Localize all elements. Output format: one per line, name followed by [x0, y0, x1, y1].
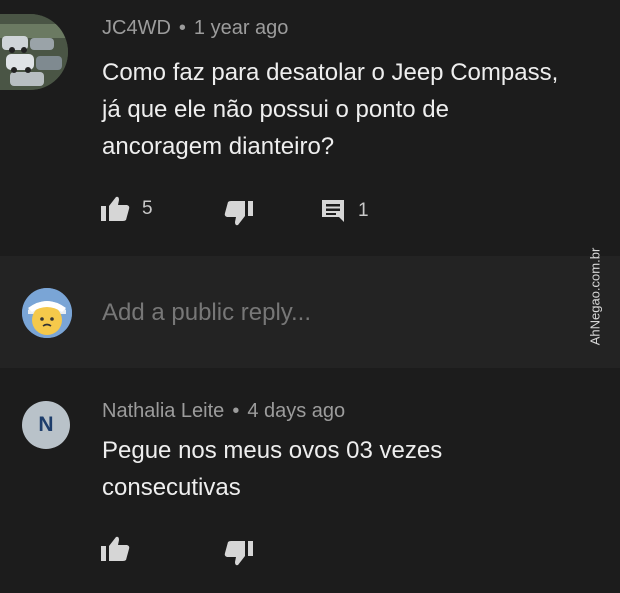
- comment-icon: [322, 200, 344, 222]
- like-button[interactable]: 5: [100, 196, 153, 222]
- separator: •: [232, 400, 240, 422]
- comment-text-line: Pegue nos meus ovos 03 vezes: [102, 437, 443, 464]
- dislike-button[interactable]: [224, 540, 254, 566]
- timestamp[interactable]: 1 year ago: [194, 17, 289, 39]
- timestamp[interactable]: 4 days ago: [247, 400, 345, 422]
- reply-input[interactable]: Add a public reply...: [102, 299, 311, 327]
- reply-button[interactable]: 1: [320, 198, 369, 224]
- like-button[interactable]: [100, 536, 130, 562]
- separator: •: [178, 17, 186, 39]
- comment-actions: [100, 536, 420, 566]
- thumbs-down-icon: [224, 201, 253, 226]
- avatar-photo-icon: [0, 14, 68, 90]
- comment-text-line: já que ele não possui o ponto de: [102, 96, 449, 123]
- thumbs-down-icon: [224, 541, 253, 566]
- avatar[interactable]: [0, 14, 68, 90]
- comment-actions: 5 1: [100, 196, 420, 226]
- comment-text-line: consecutivas: [102, 474, 241, 501]
- avatar[interactable]: N: [22, 401, 70, 449]
- author-name[interactable]: Nathalia Leite: [102, 400, 224, 422]
- watermark: AhNegao.com.br: [578, 240, 612, 352]
- author-name[interactable]: JC4WD: [102, 17, 171, 39]
- dislike-button[interactable]: [224, 200, 254, 226]
- comment-meta: JC4WD • 1 year ago: [102, 17, 288, 40]
- thumbs-up-icon: [101, 196, 130, 221]
- reply-count: 1: [358, 200, 369, 221]
- comment-text-line: Como faz para desatolar o Jeep Compass,: [102, 59, 559, 86]
- reply-box: Add a public reply...: [0, 256, 620, 368]
- thumbs-up-icon: [101, 536, 130, 561]
- like-count: 5: [142, 198, 153, 219]
- watermark-text: AhNegao.com.br: [587, 247, 603, 345]
- comment-jc4wd: JC4WD • 1 year ago Como faz para desatolar…: [0, 0, 620, 256]
- comment-text-line: ancoragem dianteiro?: [102, 133, 335, 160]
- comment-text: Pegue nos meus ovos 03 vezes consecutiva…: [102, 432, 442, 506]
- avatar-cartoon-icon: [22, 288, 72, 338]
- comment-meta: Nathalia Leite • 4 days ago: [102, 400, 345, 423]
- comment-text: Como faz para desatolar o Jeep Compass, …: [102, 54, 558, 165]
- avatar: [22, 288, 72, 338]
- comment-nathalia: N Nathalia Leite • 4 days ago Pegue nos me…: [0, 368, 620, 593]
